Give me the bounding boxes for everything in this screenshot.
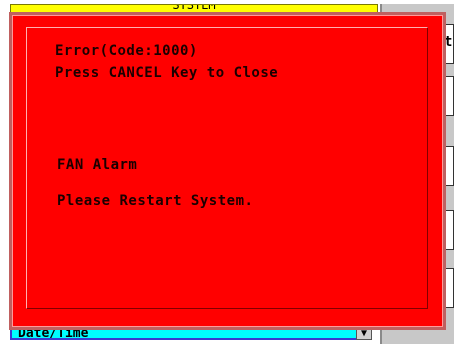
error-code-text: Error(Code:1000) <box>55 43 198 59</box>
error-dialog[interactable]: Error(Code:1000) Press CANCEL Key to Clo… <box>9 12 446 330</box>
background-title-label: SYSTEM <box>172 4 216 12</box>
alarm-name-text: FAN Alarm <box>57 157 138 173</box>
instruction-text: Press CANCEL Key to Close <box>55 65 279 81</box>
action-message-text: Please Restart System. <box>57 193 254 209</box>
